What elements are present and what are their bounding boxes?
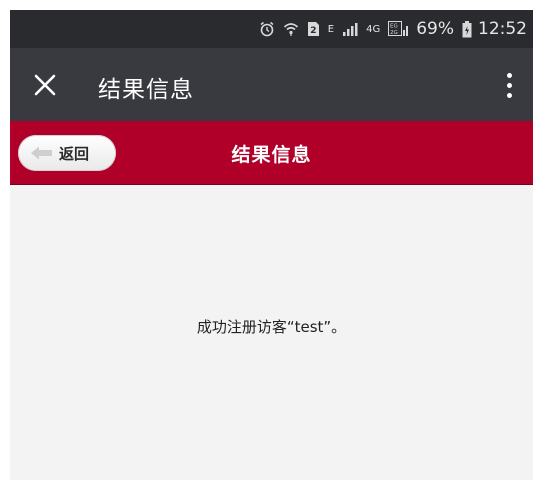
network-4g-label: 4G: [366, 23, 381, 35]
main-content: 成功注册访客“test”。: [10, 185, 533, 480]
sim-icon: 2: [307, 21, 320, 37]
alarm-icon: [259, 21, 275, 37]
page-header: 返回 结果信息: [10, 121, 533, 185]
app-window: 2 E 4G EG 2G 69% 12:52 结果信息 返回 结果信息 成功注册…: [10, 10, 533, 480]
result-message: 成功注册访客“test”。: [196, 318, 347, 336]
network-type-label: E: [327, 23, 335, 35]
svg-text:2: 2: [310, 26, 316, 36]
svg-text:EG: EG: [390, 24, 398, 30]
svg-text:2G: 2G: [390, 30, 398, 36]
status-time: 12:52: [478, 19, 527, 39]
battery-icon: [462, 20, 472, 38]
app-bar: 结果信息: [10, 48, 533, 121]
signal-icon: [342, 21, 358, 37]
signal-icon-2: EG 2G: [388, 21, 410, 37]
close-button[interactable]: [28, 68, 62, 102]
page-title: 结果信息: [231, 144, 312, 166]
app-bar-title: 结果信息: [98, 77, 194, 103]
wifi-icon: [283, 21, 299, 37]
more-vertical-icon: [506, 72, 512, 78]
more-options-button[interactable]: [499, 68, 519, 102]
status-bar: 2 E 4G EG 2G 69% 12:52: [10, 10, 533, 48]
battery-percent: 69%: [416, 19, 454, 39]
close-icon: [34, 74, 56, 96]
